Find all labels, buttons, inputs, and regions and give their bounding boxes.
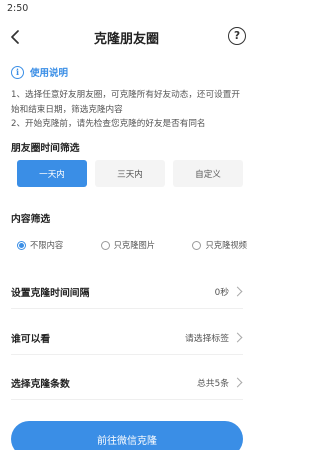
visibility-setting-row[interactable]: 谁可以看 请选择标签 xyxy=(11,321,243,355)
content-option-images-only[interactable]: 只克隆图片 xyxy=(100,237,156,253)
content-option-unlimited[interactable]: 不限内容 xyxy=(17,237,63,253)
time-filter-group: 一天内 三天内 自定义 xyxy=(17,160,243,187)
count-value: 总共5条 xyxy=(197,379,229,389)
interval-value: 0秒 xyxy=(214,288,229,298)
help-icon[interactable]: ? xyxy=(228,27,246,45)
time-filter-label: 朋友圈时间筛选 xyxy=(11,143,80,154)
status-time: 2:50 xyxy=(7,3,29,14)
go-to-wechat-clone-button[interactable]: 前往微信克隆 xyxy=(11,421,243,450)
interval-label: 设置克隆时间间隔 xyxy=(11,287,90,299)
content-filter-group: 不限内容 只克隆图片 只克隆视频 xyxy=(17,237,247,253)
radio-checked-icon xyxy=(17,240,26,250)
content-option-label: 只克隆图片 xyxy=(113,240,156,250)
content-option-label: 不限内容 xyxy=(30,240,64,250)
count-setting-row[interactable]: 选择克隆条数 总共5条 xyxy=(11,366,243,400)
page-title: 克隆朋友圈 xyxy=(93,32,159,47)
time-option-three-days[interactable]: 三天内 xyxy=(95,160,165,187)
usage-text: 1、选择任意好友朋友圈，可克隆所有好友动态，还可设置开始和结束日期，筛选克隆内容… xyxy=(11,88,246,132)
chevron-right-icon xyxy=(232,377,243,388)
chevron-right-icon xyxy=(232,332,243,343)
radio-unchecked-icon xyxy=(192,240,202,250)
usage-title: 使用说明 xyxy=(30,68,69,79)
visibility-value: 请选择标签 xyxy=(185,334,229,344)
interval-setting-row[interactable]: 设置克隆时间间隔 0秒 xyxy=(11,275,243,309)
count-label: 选择克隆条数 xyxy=(11,378,70,390)
chevron-right-icon xyxy=(232,286,243,297)
usage-header: i 使用说明 xyxy=(11,64,246,80)
content-option-label: 只克隆视频 xyxy=(205,240,247,250)
radio-unchecked-icon xyxy=(100,240,110,250)
visibility-label: 谁可以看 xyxy=(11,333,51,345)
time-option-one-day[interactable]: 一天内 xyxy=(17,160,87,187)
usage-instructions: i 使用说明 1、选择任意好友朋友圈，可克隆所有好友动态，还可设置开始和结束日期… xyxy=(11,64,246,132)
usage-line-1: 1、选择任意好友朋友圈，可克隆所有好友动态，还可设置开始和结束日期，筛选克隆内容 xyxy=(11,90,240,115)
usage-line-2: 2、开始克隆前，请先检查您克隆的好友是否有同名 xyxy=(11,119,206,129)
content-filter-label: 内容筛选 xyxy=(11,214,51,225)
nav-bar: 克隆朋友圈 ? xyxy=(0,22,253,52)
time-option-custom[interactable]: 自定义 xyxy=(173,160,243,187)
info-icon: i xyxy=(11,65,24,79)
status-bar: 2:50 xyxy=(0,0,253,20)
content-option-videos-only[interactable]: 只克隆视频 xyxy=(192,237,247,253)
